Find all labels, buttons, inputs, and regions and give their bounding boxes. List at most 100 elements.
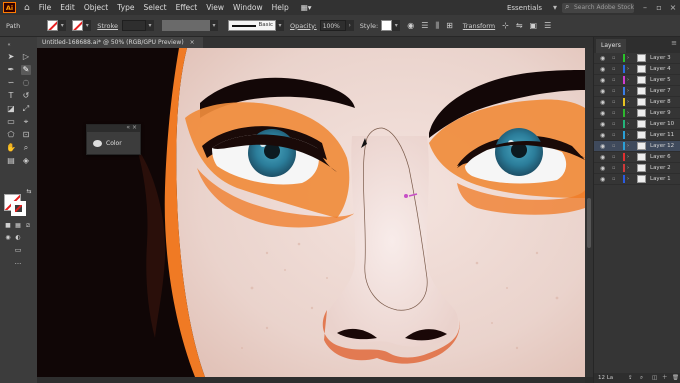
layer-name[interactable]: Layer 9	[650, 108, 671, 119]
type-tool-icon[interactable]: T	[6, 91, 16, 101]
stroke-weight-field[interactable]	[122, 20, 146, 31]
distribute-icon[interactable]: ⫼	[435, 21, 439, 31]
scale-tool-icon[interactable]: ⤢	[21, 104, 31, 114]
clip-mask-icon[interactable]: ◫	[652, 373, 657, 383]
layer-name[interactable]: Layer 11	[650, 130, 674, 141]
menu-type[interactable]: Type	[117, 3, 134, 12]
edit-toolbar-icon[interactable]: ···	[13, 259, 23, 269]
layer-name[interactable]: Layer 4	[650, 64, 671, 75]
transform-label[interactable]: Transform	[463, 22, 495, 30]
pencil-tool-icon[interactable]: ✎	[21, 65, 31, 75]
pen-tool-icon[interactable]: ✒	[6, 65, 16, 75]
expand-arrow-icon[interactable]: ›	[627, 141, 629, 152]
rectangle-tool-icon[interactable]: ▭	[6, 117, 16, 127]
visibility-eye-icon[interactable]: ◉	[600, 86, 605, 97]
more-options-icon[interactable]: ☰	[544, 21, 551, 30]
selection-tool-icon[interactable]: ➤	[6, 52, 16, 62]
panel-collapse-icon[interactable]: «	[4, 40, 14, 50]
expand-arrow-icon[interactable]: ›	[627, 108, 629, 119]
visibility-eye-icon[interactable]: ◉	[600, 163, 605, 174]
style-dropdown[interactable]: ▾	[392, 20, 401, 31]
expand-arrow-icon[interactable]: ›	[627, 152, 629, 163]
layer-row[interactable]: ◉ ▫ › Layer 2	[594, 163, 680, 174]
expand-arrow-icon[interactable]: ›	[627, 86, 629, 97]
gradient-tool-icon[interactable]: ▤	[6, 156, 16, 166]
tab-layers[interactable]: Layers	[596, 39, 626, 53]
chevron-down-icon[interactable]: ▾	[548, 3, 562, 12]
stroke-label[interactable]: Stroke	[97, 22, 118, 30]
visibility-eye-icon[interactable]: ◉	[600, 53, 605, 64]
expand-arrow-icon[interactable]: ›	[627, 64, 629, 75]
isolate-icon[interactable]: ▣	[530, 21, 538, 30]
layer-row[interactable]: ◉ ▫ › Layer 4	[594, 64, 680, 75]
color-mode-icon[interactable]: ■	[3, 221, 13, 231]
none-mode-icon[interactable]: ⧄	[23, 221, 33, 231]
layer-row[interactable]: ◉ ▫ › Layer 10	[594, 119, 680, 130]
layer-name[interactable]: Layer 10	[650, 119, 674, 130]
layer-row[interactable]: ◉ ▫ › Layer 7	[594, 86, 680, 97]
expand-arrow-icon[interactable]: ›	[627, 119, 629, 130]
document-tab[interactable]: Untitled-168688.ai* @ 50% (RGB/GPU Previ…	[37, 37, 203, 48]
layer-row[interactable]: ◉ ▫ › Layer 1	[594, 174, 680, 185]
artboard-tool-icon[interactable]: ⊡	[21, 130, 31, 140]
hand-tool-icon[interactable]: ✋	[6, 143, 16, 153]
menu-select[interactable]: Select	[143, 3, 166, 12]
lock-toggle-icon[interactable]: ▫	[612, 152, 615, 163]
minimize-icon[interactable]: –	[638, 3, 652, 12]
draw-behind-icon[interactable]: ◐	[13, 233, 23, 243]
menu-file[interactable]: File	[39, 3, 52, 12]
color-panel-controls[interactable]: « ×	[126, 124, 137, 131]
layer-row[interactable]: ◉ ▫ › Layer 8	[594, 97, 680, 108]
eyedropper-tool-icon[interactable]: ⌖	[21, 117, 31, 127]
lock-toggle-icon[interactable]: ▫	[612, 130, 615, 141]
visibility-eye-icon[interactable]: ◉	[600, 130, 605, 141]
visibility-eye-icon[interactable]: ◉	[600, 141, 605, 152]
align-icon[interactable]: ☰	[421, 21, 428, 30]
layer-row[interactable]: ◉ ▫ › Layer 12	[594, 141, 680, 152]
menu-object[interactable]: Object	[84, 3, 108, 12]
expand-arrow-icon[interactable]: ›	[627, 163, 629, 174]
stroke-dropdown[interactable]: ▾	[83, 20, 92, 31]
lock-toggle-icon[interactable]: ▫	[612, 119, 615, 130]
panel-menu-icon[interactable]: ≡	[671, 39, 677, 47]
stroke-color-box[interactable]	[11, 201, 26, 216]
grid-align-icon[interactable]: ⊞	[446, 21, 453, 30]
flip-icon[interactable]: ⇋	[516, 21, 523, 30]
menu-window[interactable]: Window	[233, 3, 263, 12]
expand-arrow-icon[interactable]: ›	[627, 174, 629, 185]
lock-toggle-icon[interactable]: ▫	[612, 97, 615, 108]
color-panel[interactable]: « × Color	[86, 124, 141, 155]
menu-edit[interactable]: Edit	[60, 3, 75, 12]
lock-toggle-icon[interactable]: ▫	[612, 64, 615, 75]
menu-effect[interactable]: Effect	[176, 3, 198, 12]
opacity-field[interactable]: 100%	[319, 20, 346, 31]
locate-icon[interactable]: ⌕	[640, 373, 643, 383]
close-icon[interactable]: ×	[666, 3, 680, 12]
new-layer-icon[interactable]: ＋	[662, 373, 668, 383]
recolor-icon[interactable]: ◉	[407, 21, 414, 30]
transform-reference-icon[interactable]: ⊹	[502, 21, 509, 30]
color-panel-header[interactable]: « ×	[87, 124, 140, 132]
profile-dropdown[interactable]: ▾	[210, 20, 218, 31]
delete-icon[interactable]: 🗑	[672, 373, 679, 383]
stroke-weight-dropdown[interactable]: ▾	[146, 20, 154, 31]
lock-toggle-icon[interactable]: ▫	[612, 75, 615, 86]
expand-arrow-icon[interactable]: ›	[627, 130, 629, 141]
opacity-label[interactable]: Opacity:	[290, 22, 317, 30]
menu-help[interactable]: Help	[272, 3, 289, 12]
opacity-dropdown[interactable]: ›	[345, 20, 354, 31]
visibility-eye-icon[interactable]: ◉	[600, 119, 605, 130]
rotate-tool-icon[interactable]: ↺	[21, 91, 31, 101]
scrollbar-thumb[interactable]	[587, 198, 591, 248]
swap-fill-stroke-icon[interactable]: ⇆	[24, 187, 34, 197]
menu-view[interactable]: View	[206, 3, 224, 12]
layer-name[interactable]: Layer 2	[650, 163, 671, 174]
layer-row[interactable]: ◉ ▫ › Layer 6	[594, 152, 680, 163]
expand-arrow-icon[interactable]: ›	[627, 75, 629, 86]
visibility-eye-icon[interactable]: ◉	[600, 75, 605, 86]
visibility-eye-icon[interactable]: ◉	[600, 152, 605, 163]
graphic-style-swatch[interactable]	[381, 20, 393, 31]
workspace-switcher[interactable]: Essentials	[507, 4, 542, 12]
visibility-eye-icon[interactable]: ◉	[600, 97, 605, 108]
brush-definition[interactable]: Basic	[228, 20, 276, 31]
